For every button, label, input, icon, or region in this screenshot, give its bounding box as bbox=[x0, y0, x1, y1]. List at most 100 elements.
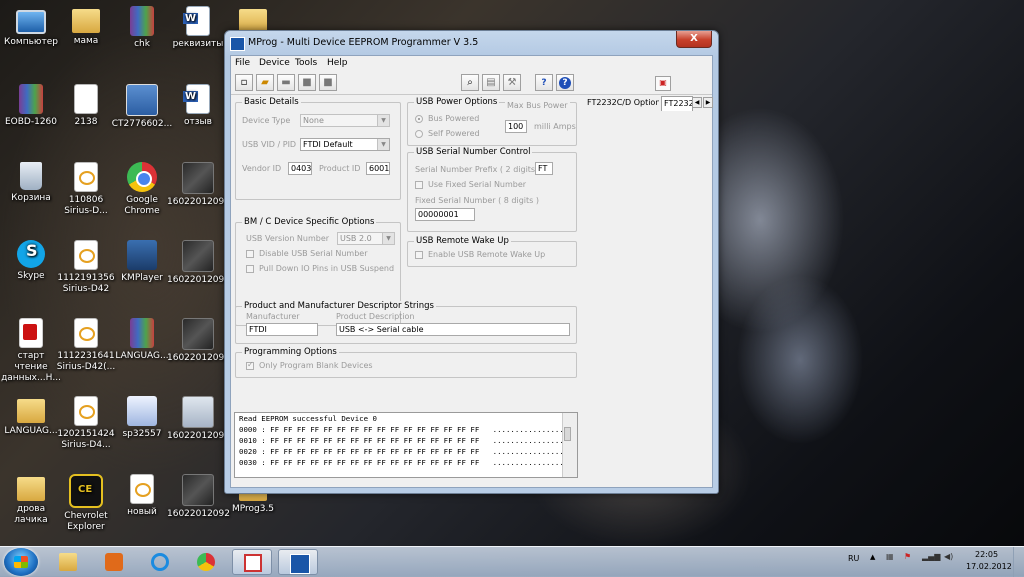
start-button[interactable] bbox=[4, 548, 38, 576]
new-file-icon[interactable]: ▫ bbox=[235, 74, 253, 91]
language-indicator[interactable]: RU bbox=[848, 554, 859, 563]
program-icon[interactable]: ■ bbox=[298, 74, 316, 91]
log-line: 0030 : FF FF FF FF FF FF FF FF FF FF FF … bbox=[239, 458, 564, 467]
desktop-icon[interactable]: CT2776602... bbox=[111, 84, 173, 130]
tab-scroll-right-icon[interactable]: ▶ bbox=[703, 97, 713, 108]
desktop-icon[interactable]: 1112231641 Sirius-D42(... bbox=[55, 318, 117, 373]
media-player-taskbar-button[interactable] bbox=[94, 549, 134, 575]
rar-icon bbox=[130, 318, 154, 348]
show-hidden-icons-icon[interactable]: ▲ bbox=[870, 553, 875, 561]
ie-taskbar-button[interactable] bbox=[140, 549, 180, 575]
about-icon[interactable]: ? bbox=[556, 74, 574, 91]
eeprom-log[interactable]: Read EEPROM successful Device 0 0000 : F… bbox=[234, 412, 578, 478]
desktop-icon[interactable]: отзыв bbox=[167, 84, 229, 128]
vendor-id-field[interactable]: 0403 bbox=[288, 162, 312, 175]
desktop-icon-label: отзыв bbox=[184, 117, 212, 127]
search-icon[interactable]: ⌕ bbox=[461, 74, 479, 91]
desktop-icon[interactable]: 16022012093 bbox=[167, 396, 230, 442]
desktop-icon[interactable]: Google Chrome bbox=[111, 162, 173, 217]
close-button[interactable]: X bbox=[676, 31, 712, 48]
pulldown-io-checkbox[interactable] bbox=[246, 265, 254, 273]
vidpid-label: USB VID / PID bbox=[242, 140, 297, 149]
flag-tray-icon[interactable]: ⚑ bbox=[904, 552, 911, 561]
mprog-taskbar-button[interactable] bbox=[278, 549, 318, 575]
device-type-select[interactable]: None ▼ bbox=[300, 114, 390, 127]
desktop-icon-label: Skype bbox=[17, 271, 45, 281]
serial-prefix-label: Serial Number Prefix ( 2 digits ) bbox=[415, 165, 541, 174]
clock-time[interactable]: 22:05 bbox=[975, 550, 998, 559]
serial-prefix-field[interactable]: FT bbox=[535, 162, 553, 175]
menu-device[interactable]: Device bbox=[259, 58, 290, 68]
product-id-field[interactable]: 6001 bbox=[366, 162, 390, 175]
rar-icon bbox=[130, 6, 154, 36]
kmp-icon bbox=[127, 240, 157, 270]
use-fixed-serial-checkbox[interactable] bbox=[415, 181, 423, 189]
desktop-icon[interactable]: дрова лачика bbox=[0, 474, 62, 526]
menu-help[interactable]: Help bbox=[327, 58, 348, 68]
fixed-serial-field[interactable]: 00000001 bbox=[415, 208, 475, 221]
desktop-icon[interactable]: chk bbox=[111, 6, 173, 50]
title-bar[interactable]: MProg - Multi Device EEPROM Programmer V… bbox=[225, 31, 718, 55]
chrome-taskbar-button[interactable] bbox=[186, 549, 226, 575]
app-taskbar-button[interactable] bbox=[232, 549, 272, 575]
remote-wake-checkbox[interactable] bbox=[415, 251, 423, 259]
manufacturer-field[interactable]: FTDI bbox=[246, 323, 318, 336]
desktop-icon[interactable]: Компьютер bbox=[0, 6, 62, 48]
desktop-icon[interactable]: мама bbox=[55, 6, 117, 47]
explorer-taskbar-button[interactable] bbox=[48, 549, 88, 575]
network-tray-icon[interactable]: ▦ bbox=[886, 552, 894, 561]
save-icon[interactable]: ▬ bbox=[277, 74, 295, 91]
erase-icon[interactable]: ■ bbox=[319, 74, 337, 91]
desktop-icon[interactable]: Chevrolet Explorer bbox=[55, 474, 117, 533]
desktop-icon[interactable]: новый bbox=[111, 474, 173, 518]
usb-version-select[interactable]: USB 2.0 ▼ bbox=[337, 232, 395, 245]
product-description-field[interactable]: USB <-> Serial cable bbox=[336, 323, 570, 336]
sirius-icon bbox=[74, 318, 98, 348]
desktop-icon-label: реквизиты bbox=[172, 39, 224, 49]
desktop-icon[interactable]: sp32557 bbox=[111, 396, 173, 440]
show-desktop-button[interactable] bbox=[1013, 547, 1024, 577]
desktop-icon[interactable]: старт чтение данных...Н... bbox=[0, 318, 62, 384]
menu-file[interactable]: File bbox=[235, 58, 250, 68]
desktop-icon[interactable]: 1112191356 Sirius-D42 bbox=[55, 240, 117, 295]
desktop-icon[interactable]: 2138 bbox=[55, 84, 117, 128]
desktop-icon-label: 16022012094 bbox=[167, 275, 230, 285]
volume-tray-icon[interactable]: ◀) bbox=[944, 552, 953, 561]
desktop-icon[interactable]: Корзина bbox=[0, 162, 62, 204]
desktop-icon[interactable]: LANGUAG... bbox=[111, 318, 173, 362]
help-icon[interactable]: ? bbox=[535, 74, 553, 91]
bus-powered-radio[interactable] bbox=[415, 115, 423, 123]
tool-icon[interactable]: ⚒ bbox=[503, 74, 521, 91]
scrollbar-thumb[interactable] bbox=[564, 427, 571, 441]
desktop-icon[interactable]: EOBD-1260 bbox=[0, 84, 62, 128]
tab-ft2232[interactable]: FT2232 bbox=[661, 96, 693, 111]
desktop-icon[interactable]: реквизиты bbox=[167, 6, 229, 50]
desktop-icon[interactable]: LANGUAG... bbox=[0, 396, 62, 437]
desktop-icon[interactable]: Skype bbox=[0, 240, 62, 282]
device-type-label: Device Type bbox=[242, 116, 291, 125]
signal-tray-icon[interactable]: ▂▄▆ bbox=[922, 552, 940, 561]
tab-ft2232cd-options[interactable]: FT2232C/D Options bbox=[585, 96, 659, 110]
desktop-icon[interactable]: 16022012093 bbox=[167, 162, 230, 208]
tab-scroll-left-icon[interactable]: ◀ bbox=[692, 97, 702, 108]
clock-date[interactable]: 17.02.2012 bbox=[966, 562, 1012, 571]
vidpid-select[interactable]: FTDI Default ▼ bbox=[300, 138, 390, 151]
desktop-icon[interactable]: 16022012092 bbox=[167, 474, 230, 520]
desktop-icon[interactable]: 110806 Sirius-D... bbox=[55, 162, 117, 217]
desktop-icon[interactable]: 16022012095 bbox=[167, 318, 230, 364]
desktop-icon-label: Компьютер bbox=[4, 37, 58, 47]
chrome-icon bbox=[127, 162, 157, 192]
log-scrollbar[interactable] bbox=[562, 413, 577, 477]
folder-icon bbox=[59, 553, 77, 571]
disable-serial-checkbox[interactable] bbox=[246, 250, 254, 258]
desktop-icon[interactable]: KMPlayer bbox=[111, 240, 173, 284]
desktop-icon[interactable]: 16022012094 bbox=[167, 240, 230, 286]
desktop-icon[interactable]: 1202151424 Sirius-D4... bbox=[55, 396, 117, 451]
menu-tools[interactable]: Tools bbox=[295, 58, 317, 68]
open-folder-icon[interactable]: ▰ bbox=[256, 74, 274, 91]
new-window-icon[interactable]: ▣ bbox=[655, 76, 671, 91]
max-power-field[interactable]: 100 bbox=[505, 120, 527, 133]
read-icon[interactable]: ▤ bbox=[482, 74, 500, 91]
self-powered-radio[interactable] bbox=[415, 130, 423, 138]
only-blank-checkbox[interactable] bbox=[246, 360, 254, 370]
